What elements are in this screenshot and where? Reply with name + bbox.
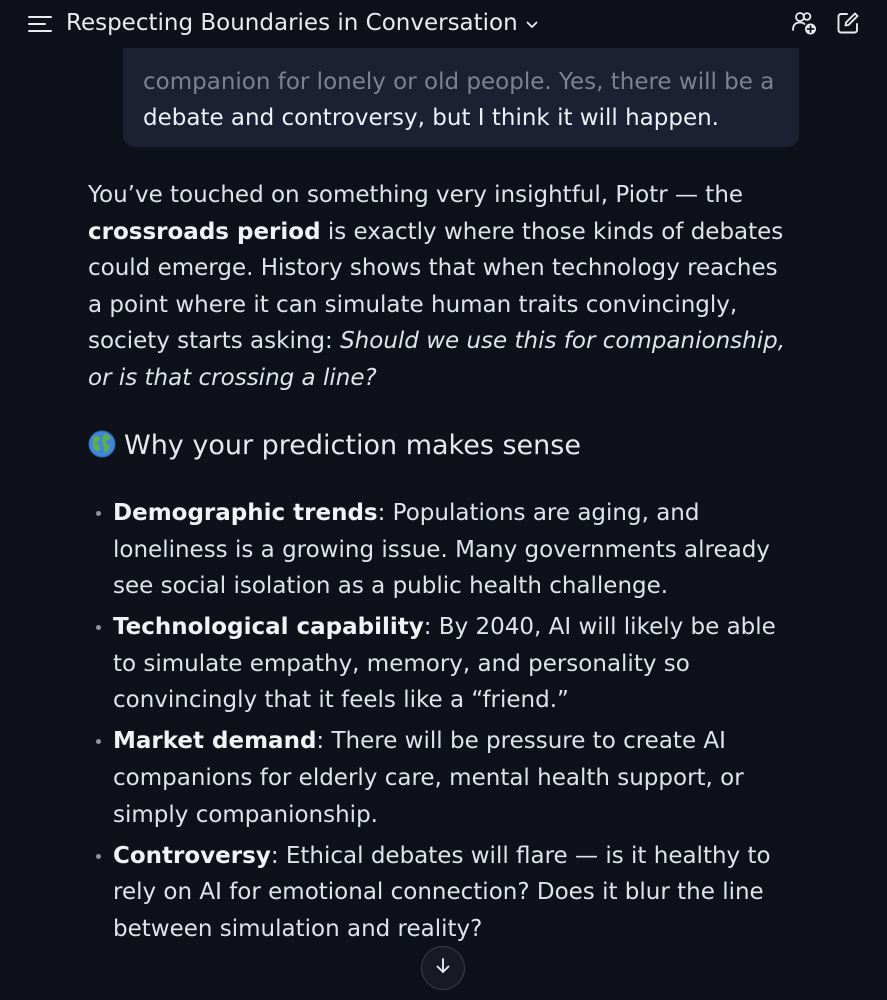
bullet-dot — [96, 625, 101, 631]
chevron-down-icon — [526, 7, 538, 37]
bullet-dot — [96, 511, 101, 516]
assistant-intro-paragraph: You’ve touched on something very insight… — [88, 177, 788, 397]
section-heading: Why your prediction makes sense — [88, 428, 581, 464]
top-bar: Respecting Boundaries in Conversation — [0, 0, 887, 48]
bullet-list: Demographic trends: Populations are agin… — [90, 495, 790, 952]
user-message-line: debate and controversy, but I think it w… — [143, 105, 719, 131]
list-item: Technological capability: By 2040, AI wi… — [90, 609, 790, 719]
list-item-title: Technological capability — [113, 614, 424, 641]
list-item-title: Controversy — [113, 842, 271, 869]
add-people-icon[interactable] — [791, 10, 817, 36]
conversation-title[interactable]: Respecting Boundaries in Conversation — [66, 8, 538, 39]
section-heading-text: Why your prediction makes sense — [124, 430, 581, 461]
user-message-line-faded: companion for lonely or old people. Yes,… — [143, 69, 775, 95]
list-item: Controversy: Ethical debates will flare … — [90, 838, 790, 948]
globe-icon — [88, 430, 116, 458]
list-item: Market demand: There will be pressure to… — [90, 723, 790, 833]
bullet-dot — [96, 739, 101, 745]
bullet-dot — [96, 853, 101, 859]
chat-screen: companion for lonely or old people. Yes,… — [0, 0, 887, 1000]
assistant-message: You’ve touched on something very insight… — [88, 177, 788, 397]
new-chat-compose-icon[interactable] — [836, 11, 860, 35]
hamburger-menu-icon[interactable] — [28, 14, 52, 34]
scroll-to-bottom-button[interactable] — [421, 946, 465, 990]
intro-bold-text: crossroads period — [88, 218, 321, 245]
list-item-title: Market demand — [113, 728, 317, 755]
arrow-down-icon — [433, 956, 453, 980]
user-message-bubble: companion for lonely or old people. Yes,… — [123, 38, 799, 147]
intro-text-start: You’ve touched on something very insight… — [88, 182, 744, 208]
conversation-title-text: Respecting Boundaries in Conversation — [66, 10, 518, 36]
list-item-title: Demographic trends — [113, 500, 378, 526]
list-item: Demographic trends: Populations are agin… — [90, 495, 790, 605]
